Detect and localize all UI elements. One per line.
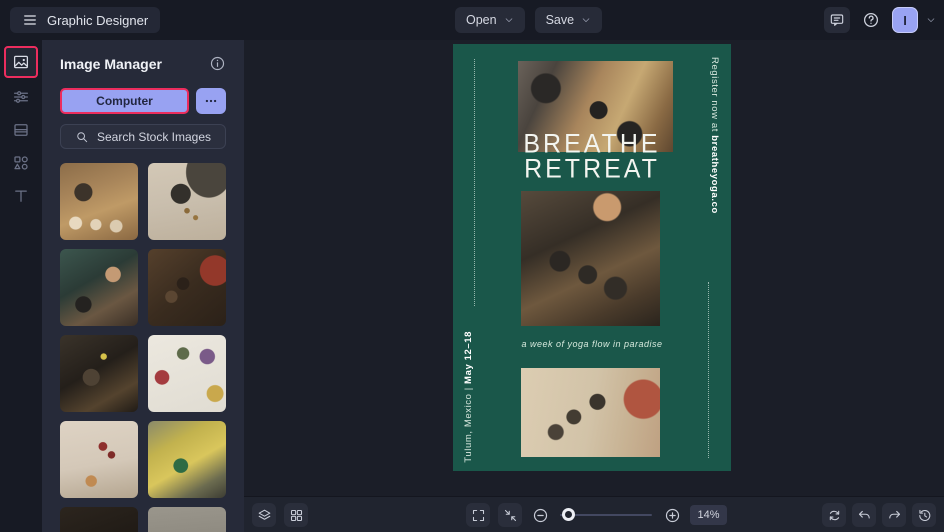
poster-photo-overhead-tea-set[interactable] bbox=[521, 368, 660, 457]
grid-icon bbox=[289, 508, 304, 523]
adjust-sliders-icon bbox=[12, 88, 30, 106]
sidebar-item-image-manager[interactable] bbox=[4, 46, 38, 78]
account-chevron-down-icon[interactable] bbox=[926, 15, 936, 25]
poster-tagline[interactable]: a week of yoga flow in paradise bbox=[453, 339, 731, 349]
top-bar: Graphic Designer Open Save I bbox=[0, 0, 944, 40]
search-icon bbox=[75, 130, 89, 144]
thumbnail-image[interactable] bbox=[148, 507, 226, 532]
zoom-slider-knob[interactable] bbox=[562, 508, 575, 521]
panel-title: Image Manager bbox=[60, 55, 162, 72]
thumbnail-image[interactable] bbox=[60, 335, 138, 412]
file-actions: Open Save bbox=[455, 7, 603, 33]
poster-right-vertical-text[interactable]: Register now at breatheyoga.co bbox=[709, 57, 720, 214]
shapes-icon bbox=[12, 154, 30, 172]
help-button[interactable] bbox=[858, 7, 884, 33]
poster-photo-tea-ceremony[interactable] bbox=[521, 191, 660, 326]
avatar[interactable]: I bbox=[892, 7, 918, 33]
search-stock-images-button[interactable]: Search Stock Images bbox=[60, 124, 226, 149]
layout-icon bbox=[12, 121, 30, 139]
zoom-slider[interactable] bbox=[560, 503, 652, 527]
zoom-level-value[interactable]: 14% bbox=[690, 505, 727, 525]
app-title: Graphic Designer bbox=[47, 12, 149, 28]
thumbnail-image[interactable] bbox=[148, 421, 226, 498]
history-button[interactable] bbox=[912, 503, 936, 527]
design-canvas-poster[interactable]: BREATHE RETREAT a week of yoga flow in p… bbox=[453, 44, 731, 471]
chevron-down-icon bbox=[504, 15, 514, 25]
thumbnail-grid bbox=[60, 163, 226, 532]
more-options-button[interactable] bbox=[196, 88, 226, 114]
chevron-down-icon bbox=[581, 15, 591, 25]
image-icon bbox=[12, 53, 30, 71]
computer-upload-button[interactable]: Computer bbox=[60, 88, 189, 114]
refresh-icon bbox=[827, 508, 842, 523]
topbar-right: I bbox=[824, 7, 936, 33]
undo-icon bbox=[857, 508, 872, 523]
open-button[interactable]: Open bbox=[455, 7, 525, 33]
thumbnail-image[interactable] bbox=[60, 507, 138, 532]
image-manager-panel: Image Manager Computer Search Stock Imag… bbox=[42, 40, 244, 532]
poster-title[interactable]: BREATHE RETREAT bbox=[453, 131, 731, 183]
thumbnail-image[interactable] bbox=[148, 249, 226, 326]
layers-icon bbox=[257, 508, 272, 523]
zoom-in-button[interactable] bbox=[662, 503, 682, 527]
thumbnail-image[interactable] bbox=[60, 249, 138, 326]
sidebar-item-layout[interactable] bbox=[4, 114, 38, 146]
fullscreen-icon bbox=[471, 508, 486, 523]
sidebar-item-adjust[interactable] bbox=[4, 81, 38, 113]
dotted-line-decoration bbox=[474, 59, 475, 306]
zoom-controls: 14% bbox=[466, 503, 727, 527]
canvas-area[interactable]: BREATHE RETREAT a week of yoga flow in p… bbox=[244, 40, 944, 532]
redo-icon bbox=[887, 508, 902, 523]
info-icon[interactable] bbox=[209, 55, 226, 72]
layers-button[interactable] bbox=[252, 503, 276, 527]
grid-view-button[interactable] bbox=[284, 503, 308, 527]
text-icon bbox=[12, 187, 30, 205]
fit-to-screen-icon bbox=[503, 508, 518, 523]
feedback-button[interactable] bbox=[824, 7, 850, 33]
fit-to-screen-button[interactable] bbox=[498, 503, 522, 527]
app-menu[interactable]: Graphic Designer bbox=[10, 7, 161, 33]
thumbnail-image[interactable] bbox=[60, 421, 138, 498]
dotted-line-decoration bbox=[708, 282, 709, 458]
reset-button[interactable] bbox=[822, 503, 846, 527]
poster-left-vertical-text[interactable]: Tulum, Mexico | May 12–18 bbox=[463, 331, 474, 463]
ellipsis-icon bbox=[204, 94, 218, 108]
sidebar-item-text[interactable] bbox=[4, 180, 38, 212]
sidebar-item-graphics[interactable] bbox=[4, 147, 38, 179]
save-button[interactable]: Save bbox=[534, 7, 603, 33]
history-icon bbox=[917, 508, 932, 523]
hamburger-icon[interactable] bbox=[22, 12, 38, 28]
thumbnail-image[interactable] bbox=[148, 335, 226, 412]
thumbnail-image[interactable] bbox=[148, 163, 226, 240]
undo-button[interactable] bbox=[852, 503, 876, 527]
tool-rail bbox=[0, 40, 42, 532]
canvas-bottom-bar: 14% bbox=[244, 496, 944, 532]
zoom-out-button[interactable] bbox=[530, 503, 550, 527]
chat-icon bbox=[829, 12, 845, 28]
thumbnail-image[interactable] bbox=[60, 163, 138, 240]
fullscreen-button[interactable] bbox=[466, 503, 490, 527]
redo-button[interactable] bbox=[882, 503, 906, 527]
question-circle-icon bbox=[862, 11, 880, 29]
